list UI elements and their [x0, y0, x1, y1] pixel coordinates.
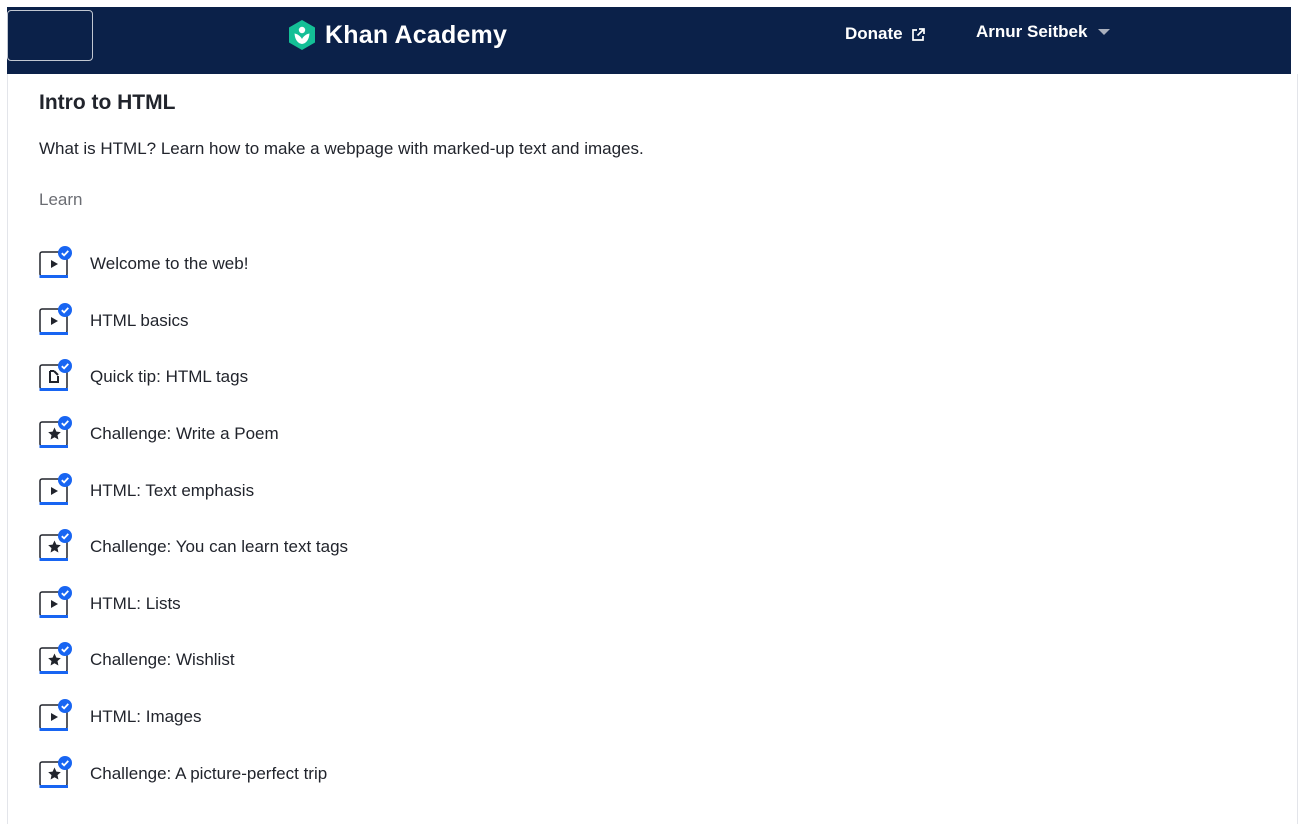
- lesson-item[interactable]: Quick tip: HTML tags: [39, 349, 348, 406]
- video-icon: [39, 246, 72, 280]
- completed-check-icon: [58, 755, 72, 770]
- lesson-item[interactable]: HTML: Images: [39, 689, 348, 746]
- lesson-label: Challenge: You can learn text tags: [90, 537, 349, 557]
- course-description: What is HTML? Learn how to make a webpag…: [39, 139, 644, 158]
- user-name: Arnur Seitbek: [976, 22, 1088, 41]
- lesson-label: Welcome to the web!: [90, 254, 249, 274]
- page-title: Intro to HTML: [39, 91, 176, 114]
- lesson-item[interactable]: Challenge: A picture-perfect trip: [39, 745, 348, 802]
- donate-label: Donate: [845, 24, 903, 43]
- lesson-item[interactable]: Challenge: You can learn text tags: [39, 519, 348, 576]
- lesson-item[interactable]: HTML: Lists: [39, 576, 348, 633]
- completed-check-icon: [58, 529, 72, 544]
- lesson-label: HTML: Lists: [90, 593, 181, 613]
- content-right-border: [1297, 74, 1298, 824]
- lesson-list: Welcome to the web! HTML basics Quick tip:…: [39, 236, 348, 802]
- completed-check-icon: [58, 472, 72, 487]
- lesson-label: Quick tip: HTML tags: [90, 367, 249, 387]
- donate-link[interactable]: Donate: [845, 24, 926, 44]
- user-menu-button[interactable]: Arnur Seitbek: [976, 22, 1111, 42]
- lesson-label: Challenge: Wishlist: [90, 650, 235, 670]
- lesson-label: HTML basics: [90, 310, 189, 330]
- khan-academy-logo-link[interactable]: Khan Academy: [287, 19, 507, 51]
- challenge-star-icon: [39, 755, 72, 790]
- completed-check-icon: [58, 642, 72, 657]
- challenge-star-icon: [39, 416, 72, 450]
- section-label-learn: Learn: [39, 190, 83, 209]
- lesson-item[interactable]: HTML basics: [39, 293, 348, 350]
- lesson-label: Challenge: A picture-perfect trip: [90, 763, 328, 783]
- search-box[interactable]: [7, 10, 93, 61]
- lesson-item[interactable]: Challenge: Write a Poem: [39, 406, 348, 463]
- lesson-item[interactable]: Challenge: Wishlist: [39, 632, 348, 689]
- lesson-label: HTML: Text emphasis: [90, 480, 255, 500]
- lesson-label: Challenge: Write a Poem: [90, 424, 279, 444]
- video-icon: [39, 302, 72, 337]
- video-icon: [39, 699, 72, 733]
- brand-name: Khan Academy: [325, 20, 508, 49]
- khan-academy-logo-icon: [289, 20, 315, 50]
- external-link-icon: [911, 27, 925, 41]
- top-nav-bar: Khan Academy Donate Arnur Seitbek: [7, 7, 1291, 74]
- completed-check-icon: [58, 302, 72, 317]
- completed-check-icon: [58, 585, 72, 600]
- lesson-item[interactable]: HTML: Text emphasis: [39, 462, 348, 519]
- challenge-star-icon: [39, 529, 72, 563]
- video-icon: [39, 472, 72, 507]
- article-icon: [39, 359, 72, 393]
- video-icon: [39, 585, 72, 620]
- caret-down-icon: [1098, 29, 1111, 35]
- completed-check-icon: [58, 416, 72, 431]
- content-left-border: [7, 74, 8, 824]
- completed-check-icon: [58, 359, 72, 374]
- lesson-item[interactable]: Welcome to the web!: [39, 236, 348, 293]
- challenge-star-icon: [39, 642, 72, 676]
- lesson-label: HTML: Images: [90, 707, 202, 727]
- course-content: Intro to HTML What is HTML? Learn how to…: [39, 88, 1279, 212]
- completed-check-icon: [58, 246, 72, 261]
- completed-check-icon: [58, 699, 72, 714]
